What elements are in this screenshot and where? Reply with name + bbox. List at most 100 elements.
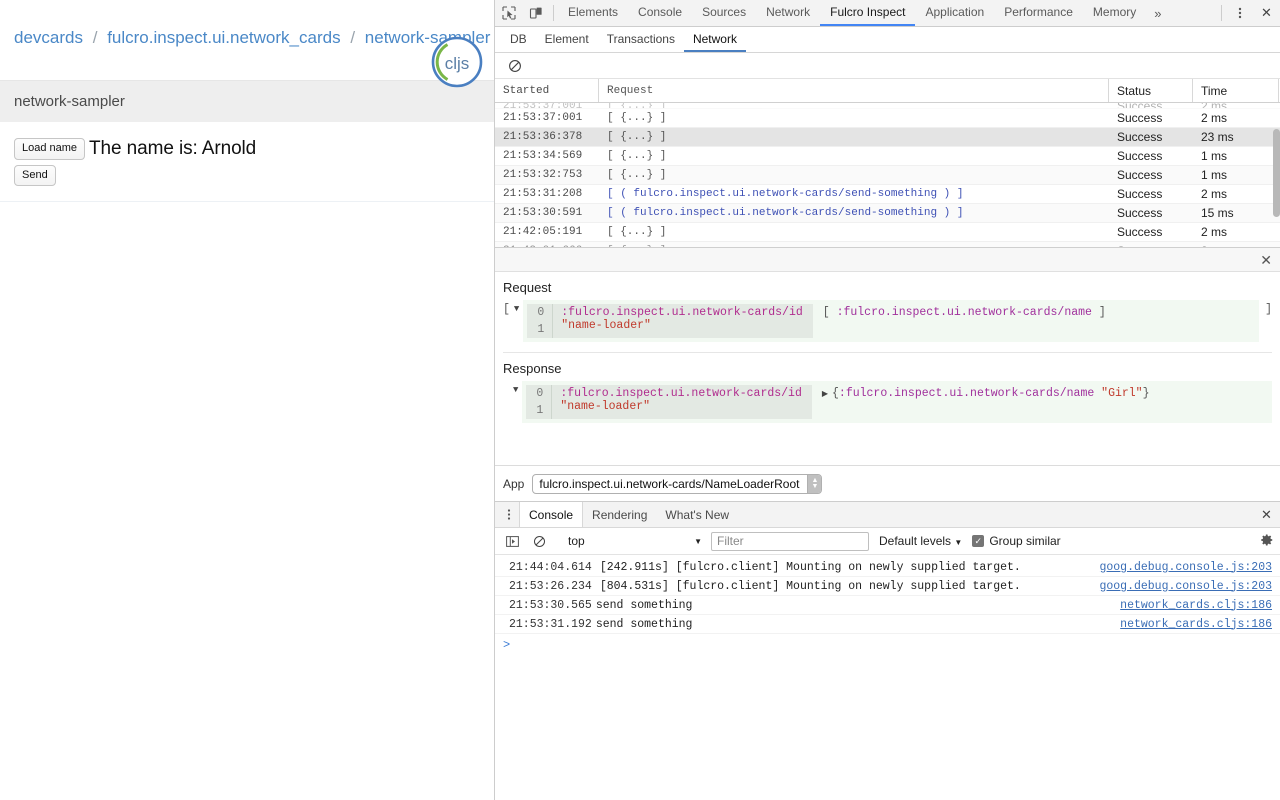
devtools-panel: Elements Console Sources Network Fulcro … [494,0,1280,800]
log-source-link[interactable]: goog.debug.console.js:203 [1099,561,1272,574]
clear-console-icon[interactable] [526,535,553,548]
table-row[interactable]: 21:42:05:191 [ {...} ] Success 2 ms [495,223,1280,242]
log-timestamp: 21:53:26.234 [509,580,592,593]
table-row[interactable]: 21:53:37:001 [ {...} ] Success 2 ms [495,103,1280,109]
request-detail-panel: ✕ Request [ ▼ 0 1 :fulcro.inspect [495,247,1280,427]
drawer-tabbar-spacer [738,502,1253,527]
console-filter-input[interactable] [711,532,869,551]
cell-started: 21:42:01:666 [495,245,599,247]
console-toolbar: top ▼ Default levels ▼ ✓ Group similar [495,528,1280,555]
index-label: 0 [527,304,552,321]
group-similar-label: Group similar [989,534,1060,548]
cell-time: 2 ms [1193,103,1279,109]
query-open-bracket: [ [823,306,830,319]
response-collapse-toggle[interactable]: ▼ [503,381,522,395]
network-table-scrollbar[interactable] [1273,129,1280,217]
group-similar-toggle[interactable]: ✓ Group similar [972,534,1060,548]
app-selector-label: App [503,477,524,491]
log-source-link[interactable]: network_cards.cljs:186 [1120,618,1272,631]
select-arrows-icon: ▲ ▼ [807,475,821,493]
drawer-tab-console[interactable]: Console [519,502,583,527]
cell-started: 21:53:34:569 [495,150,599,162]
tab-application[interactable]: Application [915,0,994,26]
chevron-down-icon: ▼ [694,537,702,546]
column-header-time[interactable]: Time [1193,79,1279,102]
table-row[interactable]: 21:53:31:208 [ ( fulcro.inspect.ui.netwo… [495,185,1280,204]
network-toolbar [495,53,1280,79]
console-log-row[interactable]: 21:53:30.565 send something network_card… [495,596,1280,615]
table-body: 21:53:37:001 [ {...} ] Success 2 ms 21:5… [495,103,1280,247]
devtools-tabbar-right: ✕ [1217,0,1280,26]
drawer-tab-whats-new[interactable]: What's New [656,502,738,527]
subtab-transactions[interactable]: Transactions [598,27,684,52]
log-source-link[interactable]: goog.debug.console.js:203 [1099,580,1272,593]
subtab-network[interactable]: Network [684,27,746,52]
console-sidebar-icon[interactable] [499,535,526,548]
device-toolbar-icon[interactable] [522,0,549,26]
cell-status: Success [1109,103,1193,109]
breadcrumb-item-devcards[interactable]: devcards [14,28,83,47]
cell-status: Success [1109,187,1193,201]
subtab-db[interactable]: DB [501,27,536,52]
table-row[interactable]: 21:53:34:569 [ {...} ] Success 1 ms [495,147,1280,166]
cell-started: 21:42:05:191 [495,226,599,238]
clear-network-icon[interactable] [501,59,528,73]
drawer-kebab-menu-icon[interactable] [499,502,519,527]
subtab-element[interactable]: Element [536,27,598,52]
request-ident-table: 0 1 :fulcro.inspect.ui.network-cards/id … [527,304,812,338]
console-prompt[interactable]: > [495,634,1280,652]
response-edn-block: ▼ 0 1 :fulcro.inspect.ui.network-cards/i… [495,381,1280,427]
tab-network[interactable]: Network [756,0,820,26]
close-detail-icon[interactable]: ✕ [1260,253,1272,267]
table-row[interactable]: 21:53:32:753 [ {...} ] Success 1 ms [495,166,1280,185]
send-button[interactable]: Send [14,165,56,186]
console-context-value: top [568,534,585,548]
close-drawer-icon[interactable]: ✕ [1253,502,1280,527]
console-settings-gear-icon[interactable] [1260,533,1274,550]
log-message: send something [596,618,693,631]
table-row[interactable]: 21:42:01:666 [ {...} ] Success 2 ms [495,242,1280,247]
table-row[interactable]: 21:53:36:378 [ {...} ] Success 23 ms [495,128,1280,147]
tab-fulcro-inspect[interactable]: Fulcro Inspect [820,0,915,26]
cell-time: 1 ms [1193,168,1279,182]
cell-time: 1 ms [1193,149,1279,163]
console-log-row[interactable]: 21:53:26.234 [804.531s] [fulcro.client] … [495,577,1280,596]
tab-elements[interactable]: Elements [558,0,628,26]
request-ident-indices: 0 1 [527,304,552,338]
column-header-request[interactable]: Request [599,79,1109,102]
tab-performance[interactable]: Performance [994,0,1083,26]
app-selector-dropdown[interactable]: fulcro.inspect.ui.network-cards/NameLoad… [532,474,822,494]
cell-started: 21:53:36:378 [495,131,599,143]
log-source-link[interactable]: network_cards.cljs:186 [1120,599,1272,612]
tab-memory[interactable]: Memory [1083,0,1146,26]
network-table: Started Request Status Time 21:53:37:001… [495,79,1280,247]
console-levels-selector[interactable]: Default levels ▼ [879,534,962,548]
tab-console[interactable]: Console [628,0,692,26]
request-edn-row: [ ▼ 0 1 :fulcro.inspect.ui.network-cards… [503,300,1272,342]
cell-time: 2 ms [1193,225,1279,239]
drawer-tab-rendering[interactable]: Rendering [583,502,656,527]
inspect-element-icon[interactable] [495,0,522,26]
column-header-started[interactable]: Started [495,79,599,102]
devtools-tabs: Elements Console Sources Network Fulcro … [558,0,1217,26]
group-similar-checkbox[interactable]: ✓ [972,535,984,547]
request-collapse-toggle[interactable]: ▼ [510,300,523,314]
response-map-expand-toggle[interactable]: ▶ [822,389,832,399]
breadcrumb-item-namespace[interactable]: fulcro.inspect.ui.network_cards [107,28,340,47]
close-devtools-icon[interactable]: ✕ [1253,0,1280,26]
cell-started: 21:53:37:001 [495,112,599,124]
request-edn-card: 0 1 :fulcro.inspect.ui.network-cards/id … [523,300,1259,342]
console-context-selector[interactable]: top ▼ [562,534,702,548]
table-row[interactable]: 21:53:37:001 [ {...} ] Success 2 ms [495,109,1280,128]
table-row[interactable]: 21:53:30:591 [ ( fulcro.inspect.ui.netwo… [495,204,1280,223]
drawer-kebab-glyph [507,508,511,521]
tab-sources[interactable]: Sources [692,0,756,26]
console-log-row[interactable]: 21:44:04.614 [242.911s] [fulcro.client] … [495,558,1280,577]
cell-status: Success [1109,225,1193,239]
kebab-menu-icon[interactable] [1226,0,1253,26]
cell-request: [ {...} ] [599,245,1109,247]
more-tabs-icon[interactable]: » [1146,0,1169,26]
console-log-row[interactable]: 21:53:31.192 send something network_card… [495,615,1280,634]
column-header-status[interactable]: Status [1109,79,1193,102]
load-name-button[interactable]: Load name [14,138,85,159]
